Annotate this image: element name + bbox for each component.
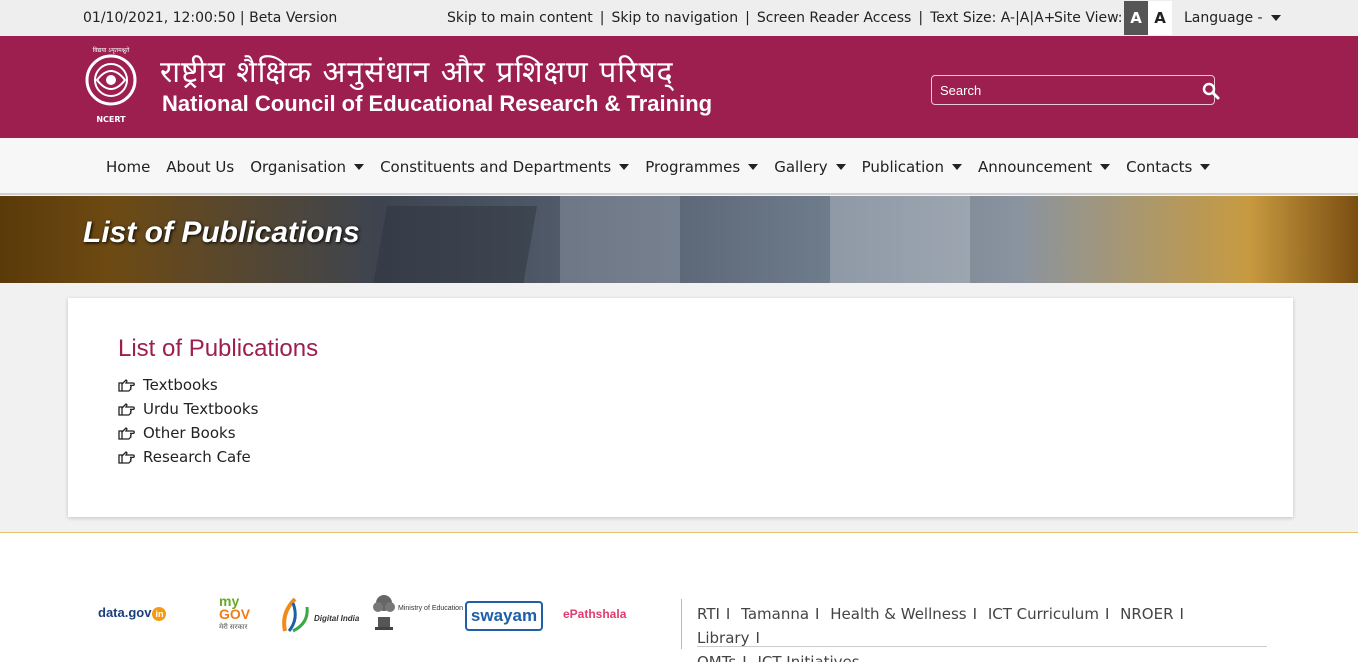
utility-bar: 01/10/2021, 12:00:50 | Beta Version Skip… xyxy=(0,0,1358,36)
nav-item-programmes[interactable]: Programmes xyxy=(645,158,759,176)
search-icon[interactable] xyxy=(1202,82,1220,100)
swayam-logo[interactable]: swayam xyxy=(465,601,543,631)
chevron-down-icon xyxy=(1270,15,1281,21)
list-item[interactable]: Textbooks xyxy=(118,373,258,397)
nav-item-gallery[interactable]: Gallery xyxy=(774,158,846,176)
hindi-title: राष्ट्रीय शैक्षिक अनुसंधान और प्रशिक्षण … xyxy=(160,55,674,90)
chevron-down-icon xyxy=(354,164,365,170)
publication-list: Textbooks Urdu Textbooks Other Books Res… xyxy=(118,373,258,469)
footer-link-health-wellness[interactable]: Health & Wellness xyxy=(830,605,966,623)
chevron-down-icon xyxy=(1100,164,1111,170)
chevron-down-icon xyxy=(1200,164,1211,170)
hand-pointer-icon xyxy=(118,379,135,392)
footer-link-ict-curriculum[interactable]: ICT Curriculum xyxy=(988,605,1099,623)
site-view-dark-button[interactable]: A xyxy=(1124,1,1148,35)
hand-pointer-icon xyxy=(118,427,135,440)
footer-link-library[interactable]: Library xyxy=(697,629,749,647)
site-header: विद्यया ऽमृतमश्नुते NCERT राष्ट्रीय शैक्… xyxy=(0,36,1358,138)
content-card: List of Publications Textbooks Urdu Text… xyxy=(68,298,1293,517)
page-banner: List of Publications xyxy=(0,196,1358,283)
nav-item-contacts[interactable]: Contacts xyxy=(1126,158,1211,176)
ministry-of-education-logo[interactable]: Ministry of Education xyxy=(372,591,463,642)
screen-reader-link[interactable]: Screen Reader Access xyxy=(757,10,912,26)
datetime-text: 01/10/2021, 12:00:50 | Beta Version xyxy=(83,10,338,26)
text-size-controls[interactable]: Text Size: A-|A|A+ xyxy=(930,10,1055,26)
site-footer: data.gov in my GOV मेरी सरकार Digital Ind… xyxy=(0,532,1358,662)
footer-link-nroer[interactable]: NROER xyxy=(1120,605,1173,623)
nav-item-home[interactable]: Home xyxy=(106,158,150,176)
language-dropdown[interactable]: Language - xyxy=(1184,10,1281,26)
list-item[interactable]: Other Books xyxy=(118,421,258,445)
datagov-logo[interactable]: data.gov in xyxy=(98,605,167,621)
footer-link-ict-initiatives[interactable]: ICT Initiatives xyxy=(757,653,859,662)
list-item[interactable]: Urdu Textbooks xyxy=(118,397,258,421)
nav-item-organisation[interactable]: Organisation xyxy=(250,158,365,176)
epathshala-logo[interactable]: ePathshala xyxy=(563,607,626,621)
search-box xyxy=(931,75,1220,105)
search-input[interactable] xyxy=(940,80,1190,100)
site-view-label: Site View: xyxy=(1054,10,1123,26)
ncert-emblem-icon: विद्यया ऽमृतमश्नुते NCERT xyxy=(85,46,137,124)
national-emblem-icon xyxy=(373,595,395,630)
chevron-down-icon xyxy=(951,164,962,170)
hand-pointer-icon xyxy=(118,403,135,416)
skip-nav-link[interactable]: Skip to navigation xyxy=(611,10,738,26)
hand-pointer-icon xyxy=(118,451,135,464)
chevron-down-icon xyxy=(835,164,846,170)
digital-india-logo[interactable]: Digital India xyxy=(279,595,359,640)
digital-india-icon xyxy=(282,597,309,633)
main-navigation: Home About Us Organisation Constituents … xyxy=(0,138,1358,195)
svg-text:NCERT: NCERT xyxy=(96,115,126,124)
footer-link-tamanna[interactable]: Tamanna xyxy=(741,605,809,623)
nav-item-constituents[interactable]: Constituents and Departments xyxy=(380,158,630,176)
list-item[interactable]: Research Cafe xyxy=(118,445,258,469)
nav-item-about-us[interactable]: About Us xyxy=(166,158,234,176)
svg-text:विद्यया ऽमृतमश्नुते: विद्यया ऽमृतमश्नुते xyxy=(93,46,130,54)
accessibility-links: Skip to main content | Skip to navigation… xyxy=(447,10,1056,26)
footer-link-qmts[interactable]: QMTs xyxy=(697,653,736,662)
ncert-logo[interactable]: विद्यया ऽमृतमश्नुते NCERT xyxy=(83,44,139,126)
nav-item-publication[interactable]: Publication xyxy=(862,158,962,176)
nav-item-announcement[interactable]: Announcement xyxy=(978,158,1111,176)
skip-main-link[interactable]: Skip to main content xyxy=(447,10,593,26)
page-heading: List of Publications xyxy=(118,335,319,362)
footer-links: RTI I Tamanna I Health & Wellness I ICT Cur… xyxy=(697,602,1257,662)
english-title: National Council of Educational Research… xyxy=(162,91,713,116)
chevron-down-icon xyxy=(748,164,759,170)
chevron-down-icon xyxy=(619,164,630,170)
site-view-light-button[interactable]: A xyxy=(1148,1,1172,35)
banner-title: List of Publications xyxy=(83,216,360,249)
mygov-logo[interactable]: my GOV मेरी सरकार xyxy=(219,594,250,634)
language-label: Language - xyxy=(1184,10,1263,26)
footer-link-rti[interactable]: RTI xyxy=(697,605,720,623)
